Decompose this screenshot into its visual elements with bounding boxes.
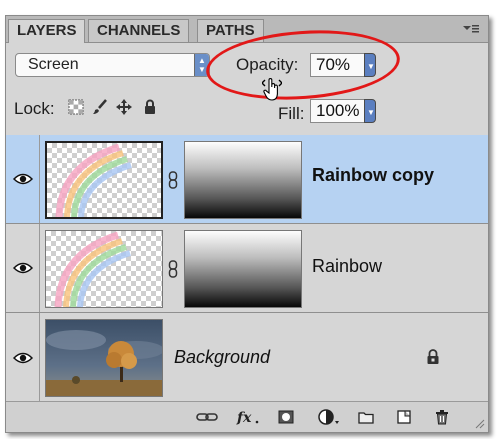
eye-icon [13, 173, 33, 185]
visibility-toggle[interactable] [6, 224, 40, 312]
visibility-toggle[interactable] [6, 313, 40, 402]
svg-text:fx: fx [236, 410, 252, 425]
adjustment-layer-icon[interactable] [318, 409, 340, 425]
new-group-icon[interactable] [358, 409, 374, 425]
layer-thumbnail[interactable] [45, 141, 163, 219]
layer-lock-icon [427, 349, 439, 364]
fx-icon[interactable]: fx [236, 409, 260, 425]
fill-label: Fill: [278, 104, 305, 123]
layer-name[interactable]: Rainbow copy [312, 165, 434, 186]
chain-link-icon[interactable] [168, 171, 178, 189]
eye-icon [13, 262, 33, 274]
scrubby-hand-cursor-icon [262, 78, 282, 101]
panel-menu-icon[interactable] [462, 23, 480, 35]
blend-mode-select[interactable]: Screen ▲ ▼ [15, 53, 210, 77]
lock-transparent-pixels-icon[interactable] [68, 99, 84, 115]
layer-mask-thumbnail[interactable] [184, 230, 302, 308]
chain-link-icon[interactable] [168, 260, 178, 278]
layer-row-background[interactable]: Background [6, 313, 488, 403]
layer-row-rainbow-copy[interactable]: Rainbow copy [6, 135, 488, 224]
layer-row-rainbow[interactable]: Rainbow [6, 224, 488, 313]
layer-thumbnail[interactable] [45, 230, 163, 308]
panel-bottom-toolbar: fx [6, 401, 488, 432]
layer-list: Rainbow copy Rainbow Background [6, 135, 488, 403]
lock-label: Lock: [14, 99, 55, 118]
layer-name[interactable]: Rainbow [312, 256, 382, 277]
fill-dropdown-icon[interactable]: ▼ [364, 99, 376, 123]
lock-position-icon[interactable] [116, 99, 132, 115]
add-mask-icon[interactable] [278, 409, 294, 425]
background-photo-thumbnail[interactable] [45, 319, 163, 397]
layer-mask-thumbnail[interactable] [184, 141, 302, 219]
layer-name[interactable]: Background [174, 347, 270, 368]
link-layers-icon[interactable] [196, 409, 218, 425]
tab-channels[interactable]: CHANNELS [88, 19, 190, 42]
blend-mode-value: Screen [28, 56, 79, 73]
panel-tab-bar: LAYERS CHANNELS PATHS [6, 16, 488, 43]
eye-icon [13, 352, 33, 364]
lock-all-icon[interactable] [142, 99, 158, 115]
new-layer-icon[interactable] [396, 409, 412, 425]
lock-image-pixels-icon[interactable] [92, 99, 108, 115]
visibility-toggle[interactable] [6, 135, 40, 223]
trash-icon[interactable] [434, 409, 450, 425]
tab-layers[interactable]: LAYERS [8, 19, 86, 43]
resize-grip-icon[interactable] [475, 419, 485, 429]
fill-field[interactable]: 100% [310, 99, 366, 123]
